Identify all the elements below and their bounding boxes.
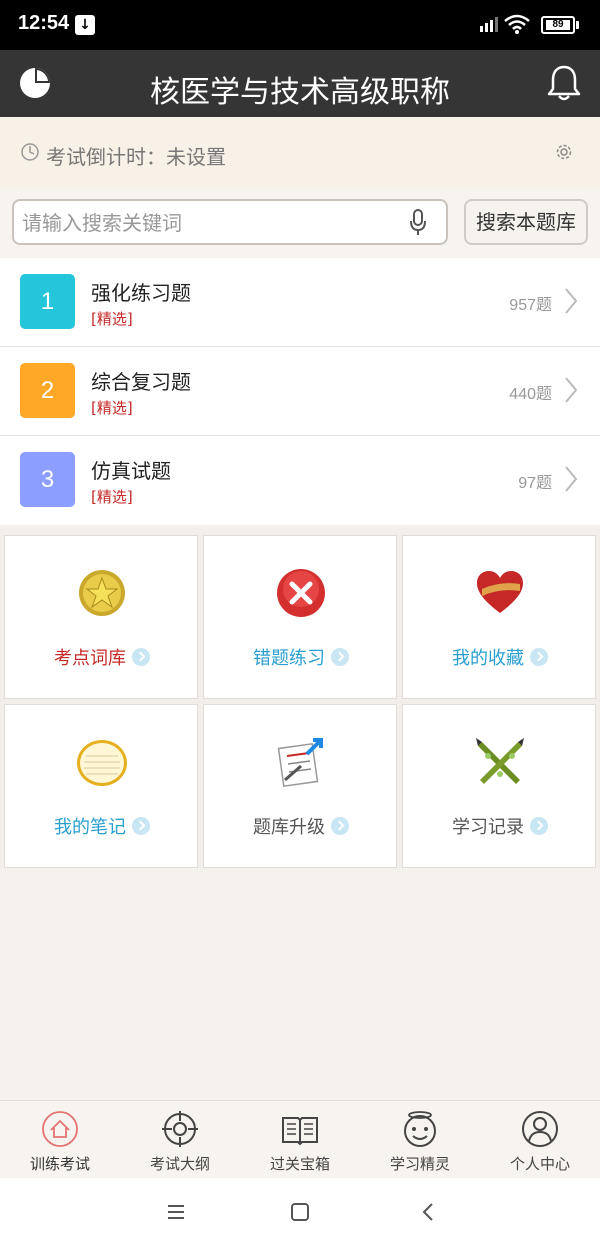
bank-title: 仿真试题 bbox=[91, 459, 171, 483]
nav-pass-treasure[interactable]: 过关宝箱 bbox=[240, 1101, 360, 1179]
status-bar: 12:54 ↓ 89 bbox=[0, 0, 600, 50]
arrow-circle-icon bbox=[331, 648, 349, 666]
home-square-icon[interactable] bbox=[290, 1202, 310, 1222]
arrow-circle-icon bbox=[132, 648, 150, 666]
bank-number-badge: 1 bbox=[20, 274, 75, 329]
signal-icon bbox=[480, 17, 498, 32]
red-heart-icon bbox=[477, 571, 523, 613]
chevron-right-icon bbox=[565, 466, 578, 492]
red-x-circle-icon bbox=[277, 569, 325, 617]
book-icon bbox=[282, 1117, 318, 1146]
tile-study-records[interactable]: 学习记录 bbox=[402, 704, 596, 868]
nav-label: 训练考试 bbox=[29, 1155, 90, 1173]
arrow-circle-icon bbox=[331, 817, 349, 835]
bank-tag: [精选] bbox=[91, 399, 133, 417]
tile-label: 我的收藏 bbox=[452, 648, 524, 669]
bank-number-badge: 2 bbox=[20, 363, 75, 418]
tile-my-notes[interactable]: 我的笔记 bbox=[4, 704, 198, 868]
bank-title: 综合复习题 bbox=[91, 370, 191, 394]
arrow-circle-icon bbox=[530, 648, 548, 666]
nav-personal-center[interactable]: 个人中心 bbox=[480, 1101, 600, 1179]
bell-icon[interactable] bbox=[546, 64, 582, 102]
wifi-icon bbox=[504, 14, 530, 34]
bank-question-count: 97题 bbox=[518, 475, 552, 492]
smiley-icon bbox=[404, 1111, 436, 1147]
chevron-right-icon bbox=[565, 377, 578, 403]
bank-tag: [精选] bbox=[91, 488, 133, 506]
nav-label: 个人中心 bbox=[509, 1155, 570, 1173]
tile-label: 错题练习 bbox=[253, 648, 325, 669]
menu-icon[interactable] bbox=[166, 1202, 186, 1222]
back-icon[interactable] bbox=[418, 1202, 438, 1222]
battery-level: 89 bbox=[546, 20, 570, 30]
feature-grid: 考点词库 错题练习 我的收藏 我的笔记 题库升级 学习记录 bbox=[0, 528, 600, 868]
status-time: 12:54 bbox=[18, 12, 70, 34]
bank-row[interactable]: 1 强化练习题 [精选] 957题 bbox=[0, 258, 600, 347]
bank-number-badge: 3 bbox=[20, 452, 75, 507]
nav-training-exam[interactable]: 训练考试 bbox=[0, 1101, 120, 1179]
tile-bank-upgrade[interactable]: 题库升级 bbox=[203, 704, 397, 868]
tile-label: 学习记录 bbox=[452, 817, 524, 838]
target-icon bbox=[162, 1111, 198, 1147]
bank-row[interactable]: 3 仿真试题 [精选] 97题 bbox=[0, 436, 600, 525]
microphone-icon[interactable] bbox=[409, 209, 427, 237]
search-input[interactable] bbox=[22, 209, 402, 237]
exam-countdown-bar[interactable]: 考试倒计时：未设置 bbox=[0, 117, 600, 187]
question-bank-list: 1 强化练习题 [精选] 957题 2 综合复习题 [精选] 440题 3 仿真… bbox=[0, 258, 600, 525]
search-area: 搜索本题库 bbox=[0, 187, 600, 257]
battery-icon: 89 bbox=[541, 16, 575, 34]
arrow-circle-icon bbox=[530, 817, 548, 835]
battery-tip bbox=[576, 21, 579, 29]
bank-title: 强化练习题 bbox=[91, 281, 191, 305]
app-header: 核医学与技术高级职称 bbox=[0, 50, 600, 117]
tile-label: 我的笔记 bbox=[54, 817, 126, 838]
crossed-pencils-icon bbox=[476, 738, 524, 784]
search-box bbox=[12, 199, 448, 245]
bank-question-count: 440题 bbox=[509, 386, 552, 403]
tile-label: 考点词库 bbox=[54, 648, 126, 669]
tile-key-points-glossary[interactable]: 考点词库 bbox=[4, 535, 198, 699]
countdown-label: 考试倒计时：未设置 bbox=[46, 145, 226, 169]
bank-row[interactable]: 2 综合复习题 [精选] 440题 bbox=[0, 347, 600, 436]
nav-label: 过关宝箱 bbox=[269, 1155, 330, 1173]
bottom-navigation: 训练考试 考试大纲 过关宝箱 学习精灵 个人中心 bbox=[0, 1100, 600, 1178]
search-bank-button[interactable]: 搜索本题库 bbox=[464, 199, 588, 245]
page-title: 核医学与技术高级职称 bbox=[150, 75, 450, 110]
home-icon bbox=[42, 1111, 78, 1147]
tile-wrong-questions[interactable]: 错题练习 bbox=[203, 535, 397, 699]
document-upgrade-icon bbox=[277, 738, 323, 788]
system-navigation-bar bbox=[0, 1178, 600, 1249]
nav-label: 学习精灵 bbox=[389, 1155, 450, 1173]
nav-study-sprite[interactable]: 学习精灵 bbox=[360, 1101, 480, 1179]
timer-icon bbox=[21, 143, 39, 161]
arrow-circle-icon bbox=[132, 817, 150, 835]
nav-label: 考试大纲 bbox=[149, 1155, 210, 1173]
nav-exam-outline[interactable]: 考试大纲 bbox=[120, 1101, 240, 1179]
bank-question-count: 957题 bbox=[509, 297, 552, 314]
gold-star-badge-icon bbox=[79, 570, 125, 616]
tile-my-favorites[interactable]: 我的收藏 bbox=[402, 535, 596, 699]
download-notification-icon: ↓ bbox=[75, 15, 95, 35]
gear-icon[interactable] bbox=[555, 143, 573, 161]
tile-label: 题库升级 bbox=[253, 817, 325, 838]
user-icon bbox=[522, 1111, 558, 1147]
bank-tag: [精选] bbox=[91, 310, 133, 328]
chevron-right-icon bbox=[565, 288, 578, 314]
notepad-icon bbox=[77, 740, 127, 786]
